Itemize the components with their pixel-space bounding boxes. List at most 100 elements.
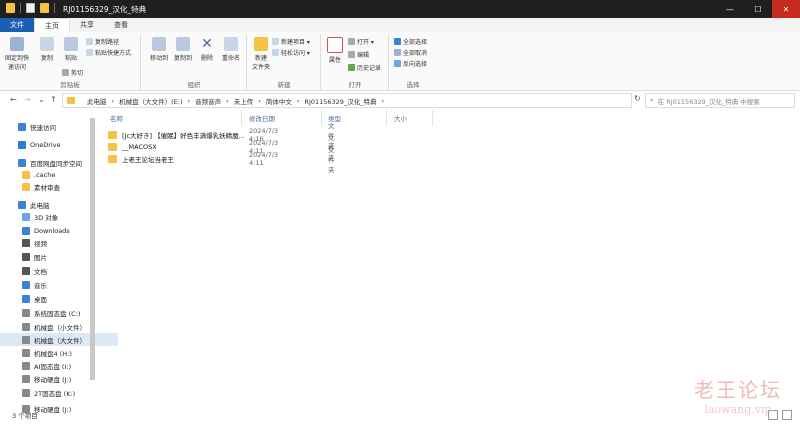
breadcrumb-separator[interactable]: › <box>258 97 261 105</box>
breadcrumb-separator[interactable]: › <box>187 97 190 105</box>
tab-home[interactable]: 主页 <box>34 18 70 32</box>
properties-check-icon <box>327 37 343 53</box>
nav-item[interactable]: AI固态盘 (I:) <box>0 359 118 372</box>
search-input[interactable]: ⌕ 在 RJ01156329_汉化_特典 中搜索 <box>645 93 795 108</box>
recent-locations-button[interactable]: ⌄ <box>38 95 45 104</box>
nav-item-label: OneDrive <box>30 140 61 149</box>
rename-button[interactable]: 重命名 <box>218 36 244 62</box>
column-divider[interactable] <box>321 110 322 126</box>
navigation-scrollbar[interactable] <box>90 118 95 380</box>
breadcrumb-unuploaded[interactable]: 未上传 <box>234 96 254 106</box>
tab-share[interactable]: 共享 <box>70 18 104 32</box>
nav-item[interactable]: 快速访问 <box>0 120 114 133</box>
delete-button[interactable]: ✕ 删除 <box>194 36 220 62</box>
pin-quick-access-button[interactable]: 固定到快 速访问 <box>4 36 30 71</box>
open-button[interactable]: 打开 ▾ <box>348 37 374 46</box>
column-divider[interactable] <box>432 110 433 126</box>
nav-item-label: 2T固态盘 (K:) <box>34 389 76 398</box>
status-bar-count: 3 个项目 <box>12 412 38 420</box>
nav-item[interactable]: OneDrive <box>0 138 114 151</box>
up-button[interactable]: ↑ <box>50 95 57 104</box>
maximize-button[interactable]: ☐ <box>744 0 772 18</box>
invert-selection-button[interactable]: 反向选择 <box>394 59 427 68</box>
nav-item-label: 系统固态盘 (C:) <box>34 309 81 318</box>
breadcrumb-this-pc[interactable]: 此电脑 <box>87 96 107 106</box>
move-to-button[interactable]: 移动到 <box>146 36 172 62</box>
breadcrumb-drive[interactable]: 机械盘（大文件）(E:) <box>119 96 182 106</box>
history-button[interactable]: 历史记录 <box>348 63 381 72</box>
breadcrumb-separator[interactable]: › <box>112 97 115 105</box>
nav-item[interactable]: 素材审查 <box>0 180 118 193</box>
breadcrumb-audio[interactable]: 音频音声 <box>195 96 221 106</box>
file-type: 文件夹 <box>328 146 335 174</box>
address-bar[interactable]: 此电脑 › 机械盘（大文件）(E:) › 音频音声 › 未上传 › 简体中文 ›… <box>62 93 632 108</box>
copy-button[interactable]: 复制 <box>34 36 60 62</box>
nav-item[interactable]: 图片 <box>0 250 118 263</box>
nav-item[interactable]: 视频 <box>0 236 118 249</box>
folder-icon <box>108 131 117 139</box>
properties-button[interactable]: 属性 <box>322 36 348 64</box>
nav-item[interactable]: 文档 <box>0 264 118 277</box>
nav-item[interactable]: 移动硬盘 (J:) <box>0 372 118 385</box>
nav-item-label: 音乐 <box>34 281 47 290</box>
close-button[interactable]: ✕ <box>772 0 800 18</box>
invert-selection-icon <box>394 60 401 67</box>
new-folder-icon[interactable] <box>40 3 49 13</box>
nav-item-label: 移动硬盘 (J:) <box>34 375 72 384</box>
nav-item-icon <box>22 238 30 247</box>
clipboard-group: 固定到快 速访问 复制 粘贴 复制路径 粘贴快捷方式 剪切 剪贴板 <box>0 34 141 90</box>
nav-item-icon <box>18 122 26 131</box>
copy-to-button[interactable]: 复制到 <box>170 36 196 62</box>
breadcrumb-current[interactable]: RJ01156329_汉化_特典 <box>304 96 376 106</box>
copy-icon <box>40 37 54 51</box>
address-row: ← → ⌄ ↑ 此电脑 › 机械盘（大文件）(E:) › 音频音声 › 未上传 … <box>0 91 800 109</box>
select-none-button[interactable]: 全部取消 <box>394 48 427 57</box>
select-all-button[interactable]: 全部选择 <box>394 37 427 46</box>
nav-item[interactable]: 桌面 <box>0 292 118 305</box>
tab-view[interactable]: 查看 <box>104 18 138 32</box>
divider <box>54 3 55 13</box>
nav-item[interactable]: 系统固态盘 (C:) <box>0 306 118 319</box>
minimize-button[interactable]: — <box>716 0 744 18</box>
new-item-button[interactable]: 新建项目 ▾ <box>272 37 310 46</box>
properties-icon[interactable] <box>26 3 35 13</box>
nav-item-label: 快速访问 <box>30 123 56 132</box>
organize-group: 移动到 复制到 ✕ 删除 重命名 组织 <box>142 34 247 90</box>
nav-item-icon <box>22 280 30 289</box>
cut-button[interactable]: 剪切 <box>62 68 83 77</box>
nav-item[interactable]: 机械盘（大文件） <box>0 333 118 346</box>
column-header-size[interactable]: 大小 <box>394 113 407 123</box>
nav-item-icon <box>22 348 30 357</box>
breadcrumb-simplified-chinese[interactable]: 简体中文 <box>266 96 292 106</box>
divider <box>20 3 21 13</box>
back-button[interactable]: ← <box>10 95 17 104</box>
nav-item[interactable]: 3D 对象 <box>0 210 118 223</box>
nav-item[interactable]: 2T固态盘 (K:) <box>0 386 118 399</box>
open-icon <box>348 38 355 45</box>
window-title: RJ01156329_汉化_特典 <box>63 5 147 14</box>
nav-item[interactable]: 机械盘4 (H:) <box>0 346 118 359</box>
breadcrumb-separator[interactable]: › <box>226 97 229 105</box>
column-header-name[interactable]: 名称 <box>110 113 123 123</box>
breadcrumb-separator[interactable]: › <box>381 97 384 105</box>
tab-file[interactable]: 文件 <box>0 18 34 32</box>
large-icons-view-button[interactable] <box>782 410 792 420</box>
paste-button[interactable]: 粘贴 <box>58 36 84 62</box>
rename-icon <box>224 37 238 51</box>
column-divider[interactable] <box>386 110 387 126</box>
paste-shortcut-button[interactable]: 粘贴快捷方式 <box>86 48 131 57</box>
paste-shortcut-icon <box>86 49 93 56</box>
breadcrumb-separator[interactable]: › <box>297 97 300 105</box>
nav-item-label: 素材审查 <box>34 183 60 192</box>
new-folder-button[interactable]: 新建 文件夹 <box>248 36 274 71</box>
column-header-date[interactable]: 修改日期 <box>249 113 275 123</box>
refresh-icon[interactable]: ↻ <box>634 94 641 103</box>
easy-access-button[interactable]: 轻松访问 ▾ <box>272 48 310 57</box>
nav-item-label: 机械盘4 (H:) <box>34 349 72 358</box>
forward-button[interactable]: → <box>24 95 31 104</box>
nav-item[interactable]: 音乐 <box>0 278 118 291</box>
nav-item[interactable]: 机械盘（小文件） <box>0 320 118 333</box>
copy-path-button[interactable]: 复制路径 <box>86 37 119 46</box>
column-divider[interactable] <box>241 110 242 126</box>
edit-button[interactable]: 编辑 <box>348 50 369 59</box>
